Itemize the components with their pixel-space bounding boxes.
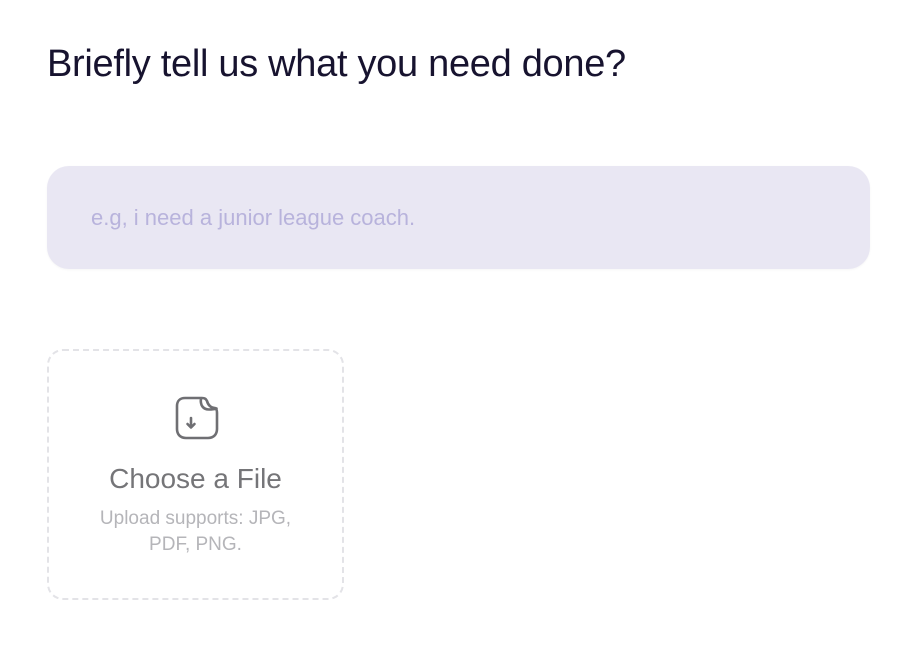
file-download-icon (175, 396, 219, 440)
description-input[interactable] (47, 166, 870, 269)
file-upload-dropzone[interactable]: Choose a File Upload supports: JPG, PDF,… (47, 349, 344, 600)
page-title: Briefly tell us what you need done? (47, 43, 626, 85)
upload-supported-formats: Upload supports: JPG, PDF, PNG. (99, 508, 292, 555)
upload-title: Choose a File (109, 463, 282, 494)
